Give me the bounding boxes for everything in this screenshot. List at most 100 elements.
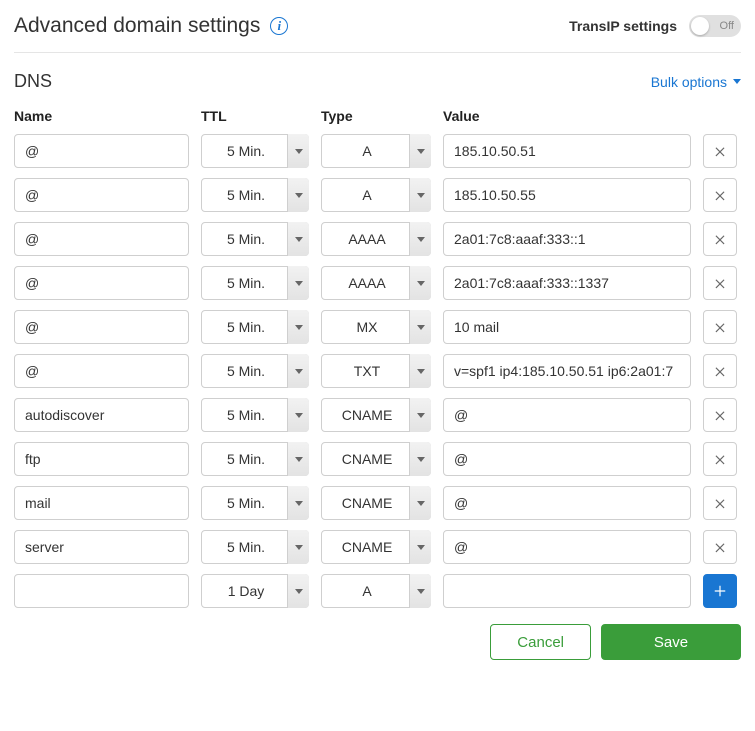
bulk-options-label: Bulk options xyxy=(651,74,727,90)
name-input[interactable] xyxy=(14,222,189,256)
value-input[interactable] xyxy=(443,486,691,520)
header-right: TransIP settings Off xyxy=(569,15,741,37)
dns-row-new: 5 Min.1 Day AAAAAMXTXTCNAME xyxy=(14,574,741,608)
ttl-select-wrap: 5 Min.1 Day xyxy=(201,398,309,432)
plus-icon xyxy=(713,584,727,598)
close-icon xyxy=(713,276,727,290)
name-input[interactable] xyxy=(14,486,189,520)
type-select-wrap: AAAAAMXTXTCNAME xyxy=(321,398,431,432)
remove-row-button[interactable] xyxy=(703,442,737,476)
dns-row: 5 Min.1 Day AAAAAMXTXTCNAME xyxy=(14,266,741,300)
close-icon xyxy=(713,188,727,202)
ttl-select-wrap: 5 Min.1 Day xyxy=(201,530,309,564)
page-title: Advanced domain settings xyxy=(14,14,260,38)
name-input[interactable] xyxy=(14,530,189,564)
remove-row-button[interactable] xyxy=(703,266,737,300)
name-input[interactable] xyxy=(14,134,189,168)
type-select-wrap: AAAAAMXTXTCNAME xyxy=(321,178,431,212)
dns-row: 5 Min.1 Day AAAAAMXTXTCNAME xyxy=(14,442,741,476)
footer: Cancel Save xyxy=(14,624,741,660)
ttl-select[interactable]: 5 Min.1 Day xyxy=(201,398,309,432)
dns-row: 5 Min.1 Day AAAAAMXTXTCNAME xyxy=(14,310,741,344)
value-input[interactable] xyxy=(443,442,691,476)
ttl-select[interactable]: 5 Min.1 Day xyxy=(201,530,309,564)
ttl-select[interactable]: 5 Min.1 Day xyxy=(201,222,309,256)
toggle-off-text: Off xyxy=(720,20,734,32)
section-header: DNS Bulk options xyxy=(14,71,741,92)
ttl-select[interactable]: 5 Min.1 Day xyxy=(201,442,309,476)
type-select[interactable]: AAAAAMXTXTCNAME xyxy=(321,486,431,520)
value-input[interactable] xyxy=(443,354,691,388)
type-select-wrap: AAAAAMXTXTCNAME xyxy=(321,310,431,344)
bulk-options-link[interactable]: Bulk options xyxy=(651,74,741,90)
name-input[interactable] xyxy=(14,178,189,212)
close-icon xyxy=(713,452,727,466)
dns-row: 5 Min.1 Day AAAAAMXTXTCNAME xyxy=(14,398,741,432)
remove-row-button[interactable] xyxy=(703,486,737,520)
remove-row-button[interactable] xyxy=(703,222,737,256)
name-input[interactable] xyxy=(14,266,189,300)
remove-row-button[interactable] xyxy=(703,354,737,388)
type-select[interactable]: AAAAAMXTXTCNAME xyxy=(321,398,431,432)
type-select[interactable]: AAAAAMXTXTCNAME xyxy=(321,574,431,608)
save-button[interactable]: Save xyxy=(601,624,741,660)
remove-row-button[interactable] xyxy=(703,134,737,168)
value-input[interactable] xyxy=(443,266,691,300)
remove-row-button[interactable] xyxy=(703,310,737,344)
value-input[interactable] xyxy=(443,530,691,564)
ttl-select[interactable]: 5 Min.1 Day xyxy=(201,310,309,344)
close-icon xyxy=(713,408,727,422)
ttl-select[interactable]: 5 Min.1 Day xyxy=(201,574,309,608)
type-select[interactable]: AAAAAMXTXTCNAME xyxy=(321,442,431,476)
type-select-wrap: AAAAAMXTXTCNAME xyxy=(321,530,431,564)
ttl-select-wrap: 5 Min.1 Day xyxy=(201,310,309,344)
type-select[interactable]: AAAAAMXTXTCNAME xyxy=(321,310,431,344)
value-input[interactable] xyxy=(443,134,691,168)
dns-row: 5 Min.1 Day AAAAAMXTXTCNAME xyxy=(14,134,741,168)
ttl-select-wrap: 5 Min.1 Day xyxy=(201,222,309,256)
ttl-select[interactable]: 5 Min.1 Day xyxy=(201,354,309,388)
value-input[interactable] xyxy=(443,222,691,256)
ttl-select[interactable]: 5 Min.1 Day xyxy=(201,266,309,300)
remove-row-button[interactable] xyxy=(703,178,737,212)
name-input[interactable] xyxy=(14,398,189,432)
type-select[interactable]: AAAAAMXTXTCNAME xyxy=(321,354,431,388)
type-select-wrap: AAAAAMXTXTCNAME xyxy=(321,442,431,476)
ttl-select-wrap: 5 Min.1 Day xyxy=(201,574,309,608)
ttl-select-wrap: 5 Min.1 Day xyxy=(201,442,309,476)
close-icon xyxy=(713,540,727,554)
name-input[interactable] xyxy=(14,354,189,388)
value-input[interactable] xyxy=(443,310,691,344)
value-input[interactable] xyxy=(443,178,691,212)
name-input[interactable] xyxy=(14,442,189,476)
close-icon xyxy=(713,364,727,378)
dns-row: 5 Min.1 Day AAAAAMXTXTCNAME xyxy=(14,178,741,212)
value-input[interactable] xyxy=(443,398,691,432)
type-select-wrap: AAAAAMXTXTCNAME xyxy=(321,354,431,388)
header-left: Advanced domain settings i xyxy=(14,14,288,38)
ttl-select[interactable]: 5 Min.1 Day xyxy=(201,486,309,520)
remove-row-button[interactable] xyxy=(703,530,737,564)
type-select-wrap: AAAAAMXTXTCNAME xyxy=(321,134,431,168)
transip-settings-toggle[interactable]: Off xyxy=(689,15,741,37)
chevron-down-icon xyxy=(733,79,741,84)
type-select[interactable]: AAAAAMXTXTCNAME xyxy=(321,178,431,212)
type-select[interactable]: AAAAAMXTXTCNAME xyxy=(321,222,431,256)
add-row-button[interactable] xyxy=(703,574,737,608)
value-input[interactable] xyxy=(443,574,691,608)
remove-row-button[interactable] xyxy=(703,398,737,432)
ttl-select[interactable]: 5 Min.1 Day xyxy=(201,134,309,168)
type-select[interactable]: AAAAAMXTXTCNAME xyxy=(321,134,431,168)
name-input[interactable] xyxy=(14,310,189,344)
column-type: Type xyxy=(321,108,431,124)
transip-settings-label: TransIP settings xyxy=(569,18,677,34)
type-select[interactable]: AAAAAMXTXTCNAME xyxy=(321,266,431,300)
type-select[interactable]: AAAAAMXTXTCNAME xyxy=(321,530,431,564)
ttl-select[interactable]: 5 Min.1 Day xyxy=(201,178,309,212)
cancel-button[interactable]: Cancel xyxy=(490,624,591,660)
info-icon[interactable]: i xyxy=(270,17,288,35)
dns-row: 5 Min.1 Day AAAAAMXTXTCNAME xyxy=(14,530,741,564)
close-icon xyxy=(713,232,727,246)
dns-section-title: DNS xyxy=(14,71,52,92)
name-input[interactable] xyxy=(14,574,189,608)
